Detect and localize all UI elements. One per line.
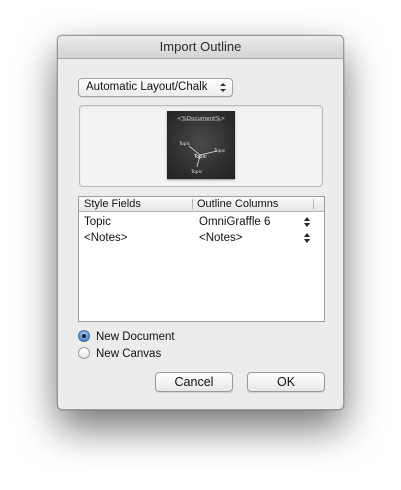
preview-node: Topic [193,154,207,160]
column-stepper-icon[interactable] [303,232,311,244]
template-popup-label: Automatic Layout/Chalk [86,81,208,93]
preview-node: Topic [213,148,226,154]
column-divider [192,199,193,209]
table-header: Style Fields Outline Columns [79,197,324,212]
table-row[interactable]: <Notes> <Notes> [79,230,324,246]
column-divider [313,199,314,209]
preview-title: <%Document%> [177,116,226,122]
style-field-cell: <Notes> [84,232,128,244]
chalk-template-thumbnail: <%Document%> Topic Topic Topic Topic [167,111,235,179]
cancel-button[interactable]: Cancel [155,372,233,392]
new-canvas-label: New Canvas [96,348,162,360]
outline-column-cell[interactable]: <Notes> [199,230,242,246]
style-fields-header[interactable]: Style Fields [84,197,141,211]
preview-node: Topic [178,141,191,147]
ok-button[interactable]: OK [247,372,325,392]
new-document-label: New Document [96,331,175,343]
style-field-cell: Topic [84,216,111,228]
preview-node: Topic [190,169,203,175]
popup-arrows-icon [220,83,226,92]
template-popup-button[interactable]: Automatic Layout/Chalk [78,78,233,97]
outline-columns-header[interactable]: Outline Columns [197,197,278,211]
dialog-title: Import Outline [58,36,343,59]
table-row[interactable]: Topic OmniGraffle 6 [79,214,324,230]
column-stepper-icon[interactable] [303,216,311,228]
import-outline-dialog: Import Outline Automatic Layout/Chalk <%… [57,35,344,410]
chalk-diagram: <%Document%> Topic Topic Topic Topic [177,116,226,175]
field-mapping-table[interactable]: Style Fields Outline Columns Topic OmniG… [78,196,325,322]
outline-column-cell[interactable]: OmniGraffle 6 [199,214,270,230]
new-canvas-radio[interactable] [78,347,90,359]
new-document-radio[interactable] [78,330,90,342]
template-preview-well: <%Document%> Topic Topic Topic Topic [79,105,323,187]
